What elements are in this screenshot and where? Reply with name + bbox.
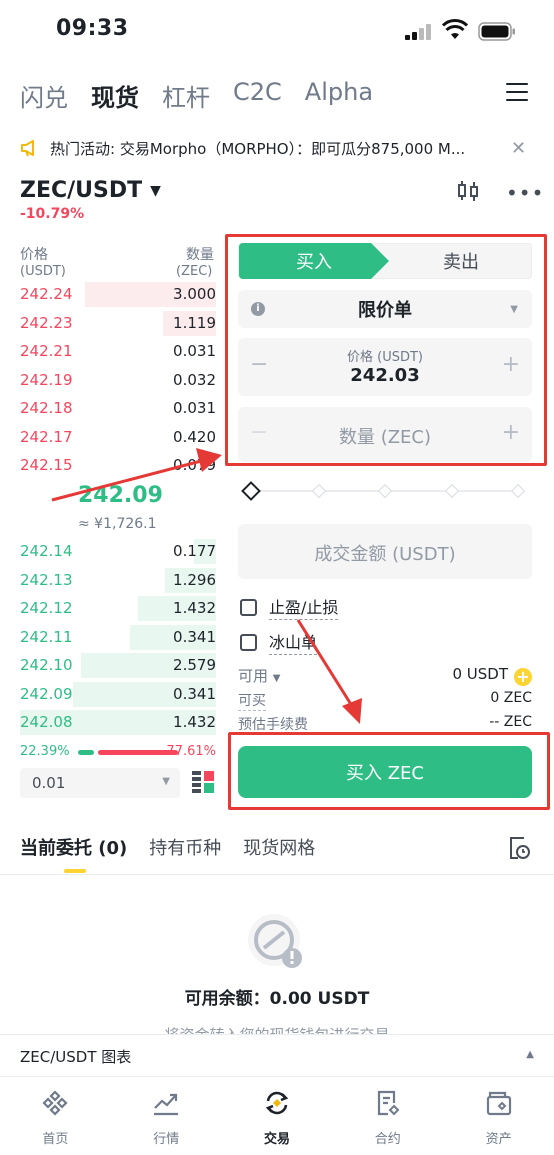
tab-spot-grid[interactable]: 现货网格 bbox=[243, 834, 315, 860]
nav-trade-label: 交易 bbox=[263, 1132, 290, 1147]
nav-trade[interactable]: 交易 bbox=[222, 1077, 333, 1155]
transfer-tip: 将资金转入您的现货钱包进行交易 bbox=[0, 1024, 554, 1034]
home-icon bbox=[42, 1090, 68, 1116]
order-history-icon[interactable] bbox=[508, 836, 530, 860]
nav-home[interactable]: 首页 bbox=[0, 1077, 111, 1155]
trade-icon bbox=[265, 1091, 289, 1115]
tab-open-orders[interactable]: 当前委托 (0) bbox=[20, 834, 127, 860]
arrow-head-icon bbox=[196, 448, 222, 472]
nav-markets-label: 行情 bbox=[153, 1132, 180, 1147]
futures-icon bbox=[377, 1090, 400, 1116]
nav-assets-label: 资产 bbox=[485, 1132, 512, 1147]
nav-futures-label: 合约 bbox=[374, 1132, 401, 1147]
nav-futures[interactable]: 合约 bbox=[332, 1077, 443, 1155]
caret-up-icon[interactable]: ▲ bbox=[526, 1049, 534, 1060]
active-tab-indicator bbox=[64, 869, 86, 873]
nav-assets[interactable]: 资产 bbox=[443, 1077, 554, 1155]
tab-holdings[interactable]: 持有币种 bbox=[149, 834, 221, 860]
nav-markets[interactable]: 行情 bbox=[111, 1077, 222, 1155]
markets-icon bbox=[154, 1093, 179, 1116]
divider bbox=[0, 874, 554, 875]
chart-drawer-label: ZEC/USDT 图表 bbox=[20, 1048, 132, 1066]
chart-drawer[interactable]: ZEC/USDT 图表 ▲ bbox=[0, 1034, 554, 1076]
bottom-nav: 首页 行情 交易 合约 资产 bbox=[0, 1076, 554, 1155]
nav-home-label: 首页 bbox=[42, 1132, 69, 1147]
arrow-head-icon bbox=[342, 698, 362, 724]
wallet-icon bbox=[486, 1091, 511, 1116]
empty-wallet-icon bbox=[248, 914, 302, 968]
available-balance: 可用余额：0.00 USDT bbox=[184, 989, 370, 1009]
orders-tabs: 当前委托 (0) 持有币种 现货网格 bbox=[20, 834, 337, 860]
annotation-arrows bbox=[51, 448, 362, 724]
